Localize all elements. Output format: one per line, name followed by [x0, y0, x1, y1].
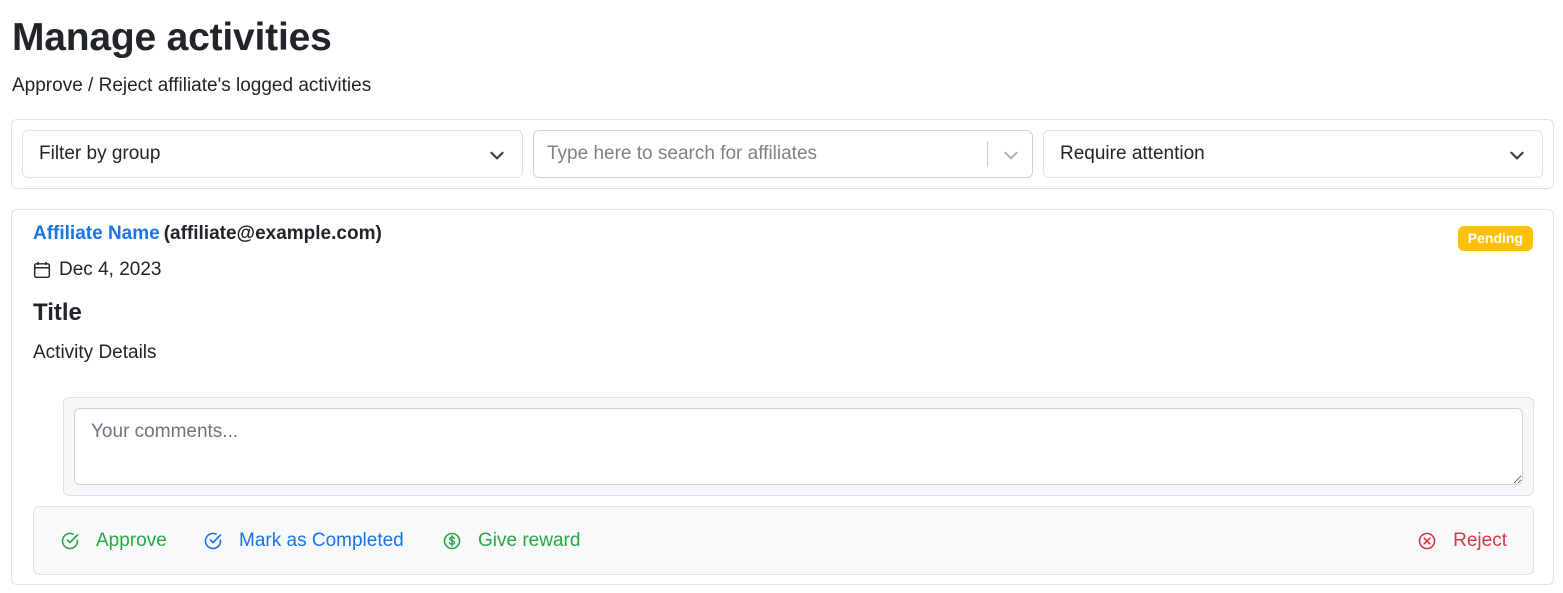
affiliate-name-link[interactable]: Affiliate Name — [33, 223, 160, 244]
check-circle-icon — [204, 532, 222, 550]
approve-label: Approve — [96, 530, 167, 551]
status-filter-value: Require attention — [1060, 143, 1205, 164]
affiliate-line: Affiliate Name (affiliate@example.com) — [33, 222, 382, 246]
chevron-down-icon[interactable] — [1002, 146, 1020, 164]
mark-completed-label: Mark as Completed — [239, 530, 404, 551]
action-bar: Approve Mark as Completed Give reward Re… — [33, 506, 1534, 575]
dollar-circle-icon — [443, 532, 461, 550]
chevron-down-icon — [490, 151, 504, 160]
filter-bar: Filter by group Require attention — [11, 119, 1554, 189]
affiliate-search[interactable] — [533, 130, 1033, 178]
reject-label: Reject — [1453, 530, 1507, 551]
activity-details: Activity Details — [33, 342, 157, 363]
comment-textarea[interactable] — [74, 408, 1523, 485]
page-subtitle: Approve / Reject affiliate's logged acti… — [12, 75, 372, 96]
comment-box — [63, 397, 1534, 496]
check-circle-icon — [61, 532, 79, 550]
search-divider — [987, 141, 988, 167]
give-reward-label: Give reward — [478, 530, 581, 551]
x-circle-icon — [1418, 532, 1436, 550]
calendar-icon — [33, 261, 51, 279]
group-filter-select[interactable]: Filter by group — [22, 130, 523, 178]
affiliate-search-input[interactable] — [535, 132, 985, 176]
activity-date-text: Dec 4, 2023 — [59, 259, 162, 280]
reject-button[interactable]: Reject — [1417, 527, 1507, 555]
group-filter-value: Filter by group — [39, 143, 161, 164]
activity-title: Title — [33, 299, 82, 326]
affiliate-email: (affiliate@example.com) — [163, 223, 382, 244]
activity-date: Dec 4, 2023 — [33, 258, 161, 282]
mark-completed-button[interactable]: Mark as Completed — [203, 527, 404, 555]
chevron-down-icon — [1510, 151, 1524, 160]
approve-button[interactable]: Approve — [60, 527, 167, 555]
status-badge: Pending — [1457, 226, 1533, 251]
status-filter-select[interactable]: Require attention — [1043, 130, 1543, 178]
give-reward-button[interactable]: Give reward — [442, 527, 580, 555]
page-title: Manage activities — [12, 16, 332, 59]
activity-card: Affiliate Name (affiliate@example.com) Pe… — [11, 209, 1554, 585]
